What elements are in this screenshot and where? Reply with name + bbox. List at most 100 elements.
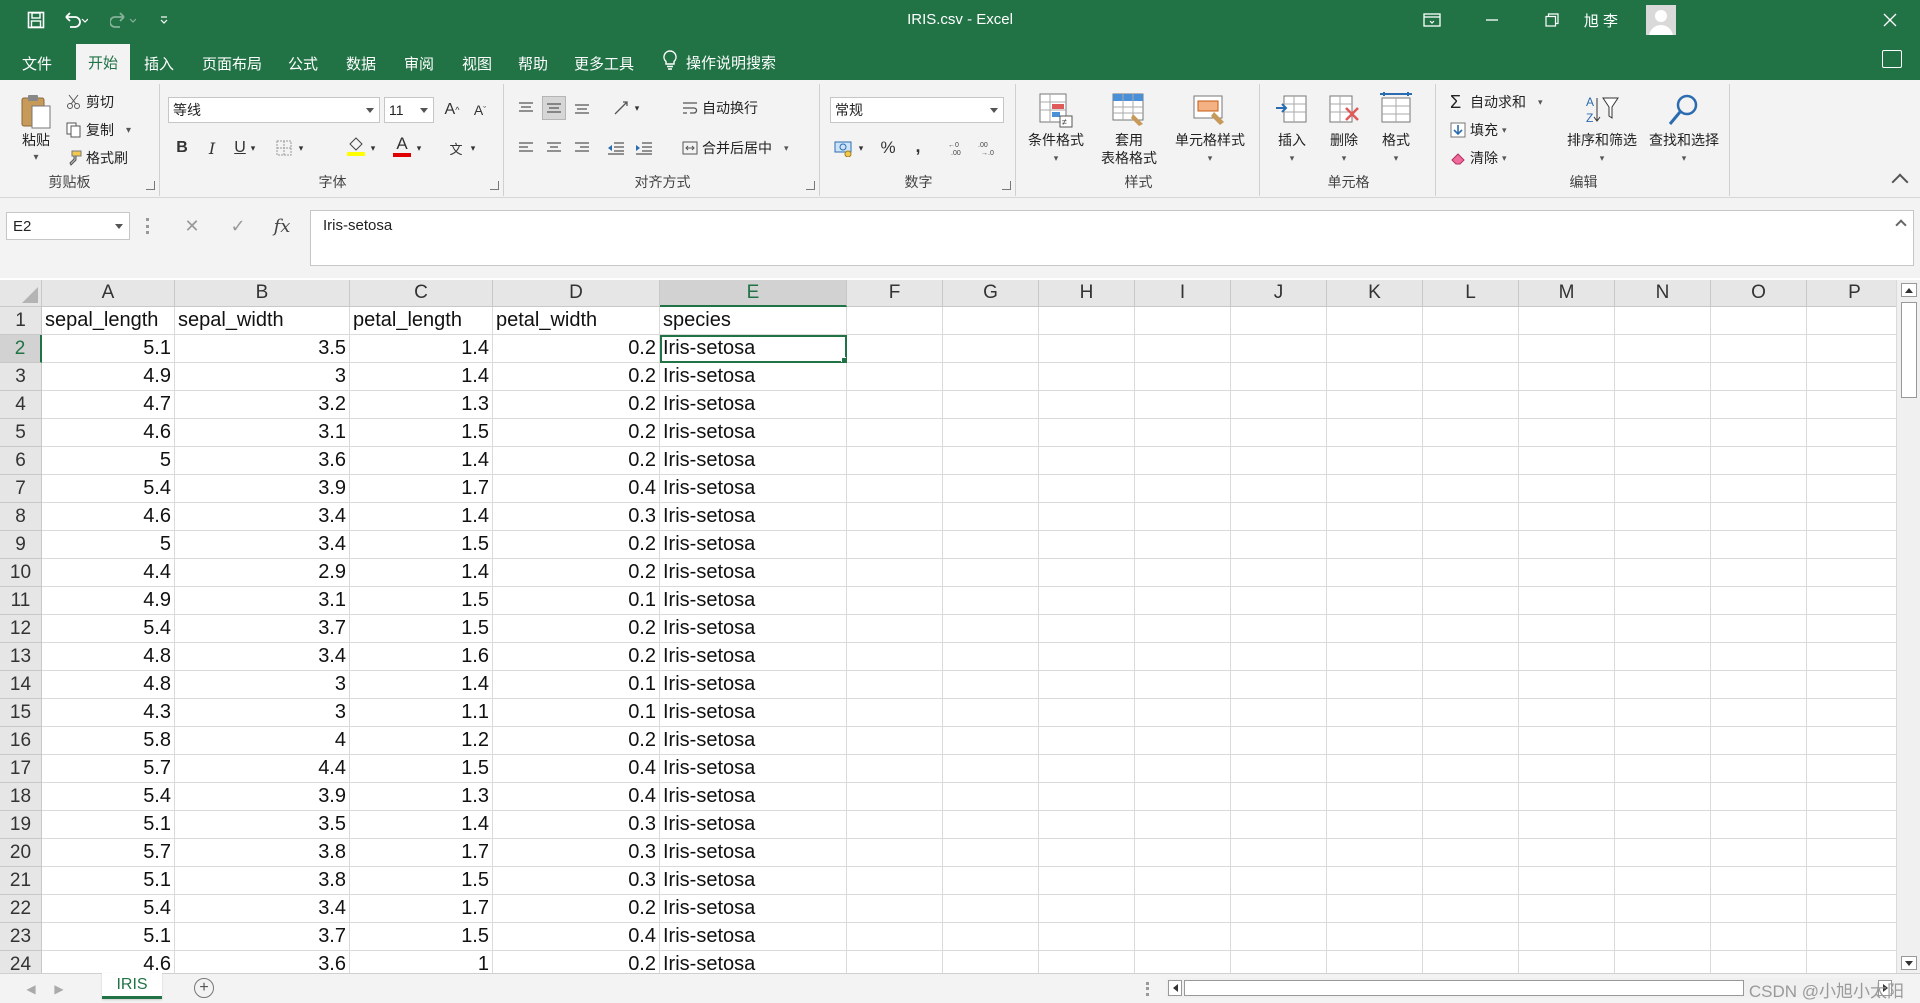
cell-J1[interactable] [1231, 307, 1327, 335]
cell-K21[interactable] [1327, 867, 1423, 895]
column-header[interactable]: G [943, 280, 1039, 307]
cell-D4[interactable]: 0.2 [493, 391, 660, 419]
increase-decimal-icon[interactable]: ←0.00 [946, 136, 970, 160]
font-launcher-icon[interactable] [490, 181, 499, 190]
cell-A22[interactable]: 5.4 [42, 895, 175, 923]
cell-C4[interactable]: 1.3 [350, 391, 493, 419]
cell-C12[interactable]: 1.5 [350, 615, 493, 643]
cell-B13[interactable]: 3.4 [175, 643, 350, 671]
cell-M17[interactable] [1519, 755, 1615, 783]
cell-A11[interactable]: 4.9 [42, 587, 175, 615]
cell-N22[interactable] [1615, 895, 1711, 923]
merge-center-button[interactable]: 合并后居中 ▾ [682, 138, 789, 158]
cut-button[interactable]: 剪切 [66, 92, 114, 112]
cell-K23[interactable] [1327, 923, 1423, 951]
cell-O21[interactable] [1711, 867, 1807, 895]
cell-A12[interactable]: 5.4 [42, 615, 175, 643]
cell-D6[interactable]: 0.2 [493, 447, 660, 475]
cell-N23[interactable] [1615, 923, 1711, 951]
ribbon-display-options-icon[interactable] [1404, 0, 1460, 40]
cell-I15[interactable] [1135, 699, 1231, 727]
cell-L21[interactable] [1423, 867, 1519, 895]
cell-B23[interactable]: 3.7 [175, 923, 350, 951]
cell-I17[interactable] [1135, 755, 1231, 783]
cell-B22[interactable]: 3.4 [175, 895, 350, 923]
cell-K7[interactable] [1327, 475, 1423, 503]
cell-A18[interactable]: 5.4 [42, 783, 175, 811]
row-header[interactable]: 13 [0, 643, 42, 671]
cell-G10[interactable] [943, 559, 1039, 587]
cell-E13[interactable]: Iris-setosa [660, 643, 847, 671]
cell-I9[interactable] [1135, 531, 1231, 559]
comments-icon[interactable] [1882, 50, 1902, 68]
cell-C20[interactable]: 1.7 [350, 839, 493, 867]
fill-color-icon[interactable] [344, 134, 368, 158]
cell-C22[interactable]: 1.7 [350, 895, 493, 923]
avatar[interactable] [1646, 5, 1676, 35]
select-all-button[interactable] [0, 280, 42, 307]
column-header[interactable]: P [1807, 280, 1896, 307]
row-header[interactable]: 12 [0, 615, 42, 643]
cell-O5[interactable] [1711, 419, 1807, 447]
cell-B2[interactable]: 3.5 [175, 335, 350, 363]
cell-E7[interactable]: Iris-setosa [660, 475, 847, 503]
align-center-icon[interactable] [542, 136, 566, 160]
cell-D11[interactable]: 0.1 [493, 587, 660, 615]
cell-B10[interactable]: 2.9 [175, 559, 350, 587]
cell-C11[interactable]: 1.5 [350, 587, 493, 615]
cell-J24[interactable] [1231, 951, 1327, 973]
cell-G2[interactable] [943, 335, 1039, 363]
cell-C21[interactable]: 1.5 [350, 867, 493, 895]
cell-O19[interactable] [1711, 811, 1807, 839]
cell-L22[interactable] [1423, 895, 1519, 923]
cell-E21[interactable]: Iris-setosa [660, 867, 847, 895]
cell-G20[interactable] [943, 839, 1039, 867]
cell-I6[interactable] [1135, 447, 1231, 475]
cell-C6[interactable]: 1.4 [350, 447, 493, 475]
cell-G15[interactable] [943, 699, 1039, 727]
cell-D21[interactable]: 0.3 [493, 867, 660, 895]
fill-button[interactable]: 填充 ▾ [1450, 120, 1507, 140]
cell-P11[interactable] [1807, 587, 1896, 615]
cell-N21[interactable] [1615, 867, 1711, 895]
tab-file[interactable]: 文件 [10, 47, 64, 80]
increase-font-size-icon[interactable]: A ^ [440, 98, 464, 122]
cell-L19[interactable] [1423, 811, 1519, 839]
cell-B20[interactable]: 3.8 [175, 839, 350, 867]
cell-B3[interactable]: 3 [175, 363, 350, 391]
scroll-up-icon[interactable] [1901, 283, 1917, 297]
cell-E24[interactable]: Iris-setosa [660, 951, 847, 973]
cell-M2[interactable] [1519, 335, 1615, 363]
row-header[interactable]: 5 [0, 419, 42, 447]
enter-icon[interactable]: ✓ [224, 212, 252, 240]
cell-P9[interactable] [1807, 531, 1896, 559]
cell-F3[interactable] [847, 363, 943, 391]
cell-J16[interactable] [1231, 727, 1327, 755]
accounting-format-icon[interactable] [832, 136, 856, 160]
row-header[interactable]: 8 [0, 503, 42, 531]
cell-C15[interactable]: 1.1 [350, 699, 493, 727]
cell-O2[interactable] [1711, 335, 1807, 363]
cell-I18[interactable] [1135, 783, 1231, 811]
cell-G18[interactable] [943, 783, 1039, 811]
cell-K24[interactable] [1327, 951, 1423, 973]
cell-E4[interactable]: Iris-setosa [660, 391, 847, 419]
cell-A14[interactable]: 4.8 [42, 671, 175, 699]
cell-A3[interactable]: 4.9 [42, 363, 175, 391]
cell-H7[interactable] [1039, 475, 1135, 503]
cell-E2[interactable]: Iris-setosa [660, 335, 847, 363]
cell-M1[interactable] [1519, 307, 1615, 335]
cell-L16[interactable] [1423, 727, 1519, 755]
cell-B7[interactable]: 3.9 [175, 475, 350, 503]
row-header[interactable]: 18 [0, 783, 42, 811]
cell-J7[interactable] [1231, 475, 1327, 503]
cell-A1[interactable]: sepal_length [42, 307, 175, 335]
cell-I22[interactable] [1135, 895, 1231, 923]
row-header[interactable]: 22 [0, 895, 42, 923]
cell-D14[interactable]: 0.1 [493, 671, 660, 699]
tab-insert[interactable]: 插入 [132, 47, 186, 80]
cell-P10[interactable] [1807, 559, 1896, 587]
align-top-icon[interactable] [514, 96, 538, 120]
cell-L20[interactable] [1423, 839, 1519, 867]
font-name-select[interactable]: 等线 [168, 97, 380, 123]
